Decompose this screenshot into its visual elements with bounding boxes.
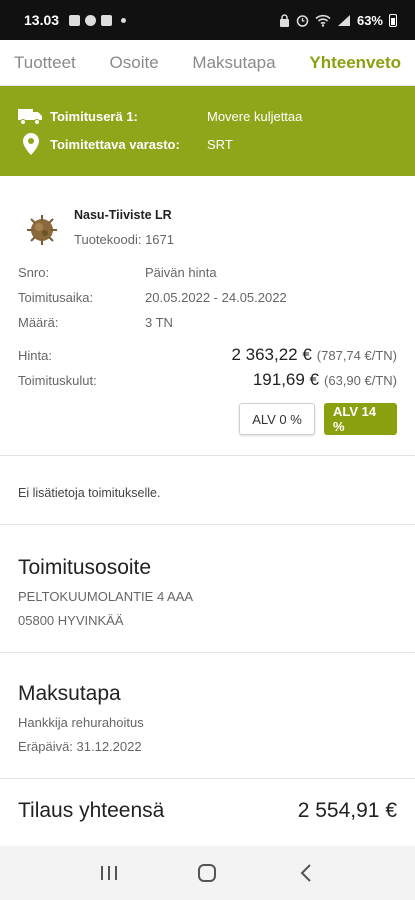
delivery-batch-label: Toimituserä 1: bbox=[50, 108, 138, 124]
quantity-label: Määrä: bbox=[18, 315, 59, 330]
delivery-time-value: 20.05.2022 - 24.05.2022 bbox=[145, 290, 287, 305]
snro-label: Snro: bbox=[18, 265, 50, 280]
back-icon bbox=[300, 864, 311, 882]
delivery-batch-value: Movere kuljettaa bbox=[207, 108, 303, 124]
recent-apps-icon bbox=[101, 866, 118, 880]
product-name: Nasu-Tiiviste LR bbox=[74, 208, 172, 222]
divider bbox=[0, 455, 415, 456]
divider bbox=[0, 778, 415, 779]
quantity-row: Määrä: 3 TN bbox=[18, 315, 173, 330]
tab-maksutapa[interactable]: Maksutapa bbox=[192, 53, 275, 73]
delivery-time-label: Toimitusaika: bbox=[18, 290, 94, 305]
shipping-unit: (63,90 €/TN) bbox=[324, 373, 397, 388]
address-line-1: PELTOKUUMOLANTIE 4 AAA bbox=[18, 589, 194, 604]
recent-apps-button[interactable] bbox=[89, 853, 129, 893]
order-total-label: Tilaus yhteensä bbox=[18, 799, 165, 822]
payment-method: Hankkija rehurahoitus bbox=[18, 715, 144, 730]
order-total-value: 2 554,91 € bbox=[297, 799, 397, 822]
price-row: Hinta: 2 363,22 € (787,74 €/TN) bbox=[18, 345, 397, 365]
tab-osoite[interactable]: Osoite bbox=[110, 53, 159, 73]
snro-value: Päivän hinta bbox=[145, 265, 217, 280]
more-notifications-icon bbox=[121, 17, 127, 23]
divider bbox=[0, 524, 415, 525]
warehouse-label: Toimitettava varasto: bbox=[50, 136, 180, 152]
address-line-2: 05800 HYVINKÄÄ bbox=[18, 613, 124, 628]
status-time: 13.03 bbox=[24, 12, 60, 28]
gallery-icon bbox=[69, 14, 81, 26]
android-nav-bar bbox=[0, 846, 415, 900]
alarm-icon bbox=[296, 14, 309, 27]
shipping-label: Toimituskulut: bbox=[18, 373, 97, 388]
signal-icon bbox=[337, 14, 350, 26]
payment-due-date: Eräpäivä: 31.12.2022 bbox=[18, 739, 142, 754]
location-pin-icon bbox=[23, 133, 39, 155]
home-button[interactable] bbox=[187, 853, 227, 893]
alv-0-button[interactable]: ALV 0 % bbox=[239, 403, 315, 435]
notification-icons bbox=[69, 14, 127, 26]
price-label: Hinta: bbox=[18, 348, 52, 363]
tab-yhteenveto[interactable]: Yhteenveto bbox=[309, 53, 401, 73]
price-value: 2 363,22 € bbox=[231, 345, 312, 364]
status-bar: 13.03 63% bbox=[0, 0, 415, 40]
delivery-note: Ei lisätietoja toimitukselle. bbox=[18, 486, 161, 500]
quantity-value: 3 TN bbox=[145, 315, 173, 330]
delivery-address-title: Toimitusosoite bbox=[18, 556, 152, 579]
alv-14-button[interactable]: ALV 14 % bbox=[324, 403, 397, 435]
lock-icon bbox=[279, 13, 289, 27]
shipping-row: Toimituskulut: 191,69 € (63,90 €/TN) bbox=[18, 370, 397, 390]
mail-icon bbox=[101, 14, 113, 26]
battery-percent: 63% bbox=[356, 12, 383, 28]
price-unit: (787,74 €/TN) bbox=[316, 348, 397, 363]
checkout-steps-tabs: Tuotteet Osoite Maksutapa Yhteenveto bbox=[0, 40, 415, 86]
snro-row: Snro: Päivän hinta bbox=[18, 265, 217, 280]
home-icon bbox=[198, 864, 217, 882]
product-card: Nasu-Tiiviste LR Tuotekoodi: 1671 bbox=[0, 176, 415, 252]
divider bbox=[0, 652, 415, 653]
back-button[interactable] bbox=[286, 853, 326, 893]
delivery-info-banner: Toimituserä 1: Movere kuljettaa Toimitet… bbox=[0, 86, 415, 176]
tab-tuotteet[interactable]: Tuotteet bbox=[14, 53, 76, 73]
payment-title: Maksutapa bbox=[18, 682, 121, 705]
app-icon bbox=[85, 14, 97, 26]
wifi-icon bbox=[315, 14, 331, 27]
truck-icon bbox=[18, 109, 42, 125]
warehouse-value: SRT bbox=[207, 136, 233, 152]
product-image bbox=[20, 208, 64, 252]
shipping-value: 191,69 € bbox=[252, 370, 320, 389]
battery-icon bbox=[389, 13, 397, 27]
delivery-time-row: Toimitusaika: 20.05.2022 - 24.05.2022 bbox=[18, 290, 287, 305]
product-code: Tuotekoodi: 1671 bbox=[74, 232, 174, 247]
